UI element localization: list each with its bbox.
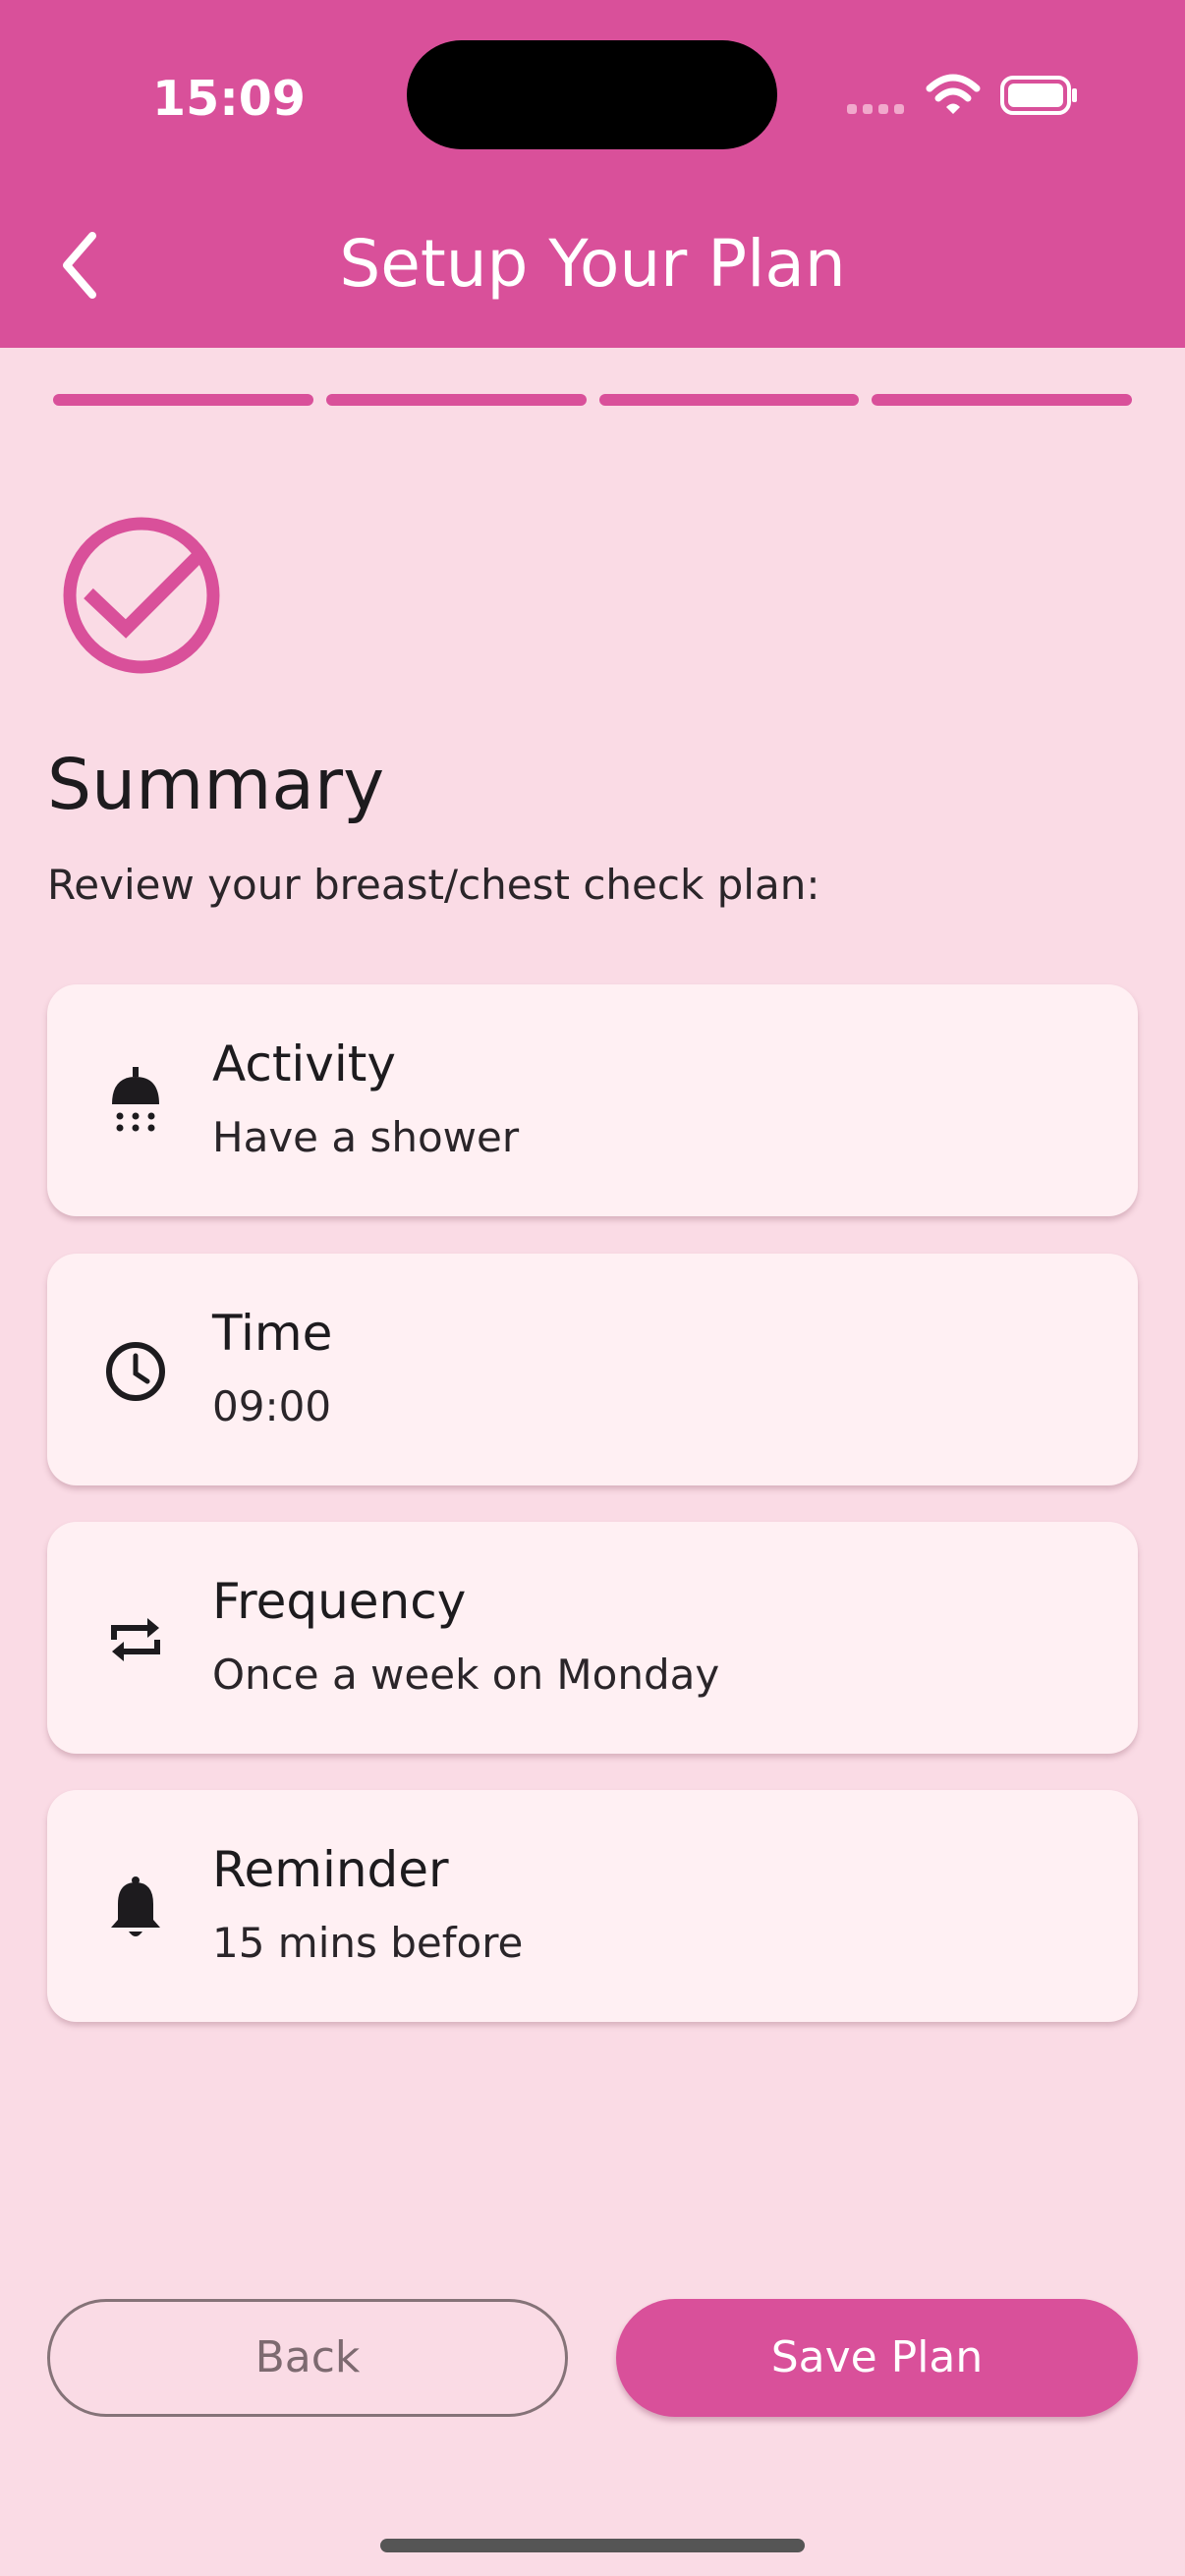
- progress-segment: [53, 394, 313, 406]
- status-time: 15:09: [152, 71, 306, 127]
- cellular-signal-icon: [847, 104, 904, 114]
- bell-icon: [111, 1876, 160, 1936]
- summary-heading: Summary: [47, 744, 385, 825]
- wifi-icon: [926, 74, 981, 114]
- time-card: Time 09:00: [47, 1254, 1138, 1485]
- progress-segment: [598, 394, 860, 406]
- progress-segment: [872, 394, 1132, 406]
- step-progress: [53, 394, 1132, 406]
- card-value: Have a shower: [212, 1113, 520, 1161]
- repeat-icon: [111, 1618, 160, 1661]
- frequency-card: Frequency Once a week on Monday: [47, 1522, 1138, 1754]
- card-value: Once a week on Monday: [212, 1651, 720, 1699]
- card-title: Activity: [212, 1036, 396, 1092]
- save-plan-button[interactable]: Save Plan: [616, 2299, 1138, 2417]
- card-value: 09:00: [212, 1382, 332, 1430]
- app-bar: 15:09 Setup Your Plan: [0, 0, 1185, 348]
- shower-icon: [112, 1067, 159, 1132]
- card-value: 15 mins before: [212, 1919, 524, 1967]
- back-arrow-icon[interactable]: [55, 228, 106, 303]
- progress-segment: [325, 394, 587, 406]
- back-button[interactable]: Back: [47, 2299, 568, 2417]
- home-indicator[interactable]: [380, 2539, 805, 2552]
- activity-card: Activity Have a shower: [47, 984, 1138, 1216]
- check-circle-icon: [63, 517, 220, 674]
- card-title: Reminder: [212, 1841, 449, 1898]
- clock-icon: [106, 1342, 165, 1401]
- battery-icon: [1000, 76, 1077, 115]
- dynamic-island: [407, 40, 777, 149]
- reminder-card: Reminder 15 mins before: [47, 1790, 1138, 2022]
- card-title: Time: [212, 1305, 333, 1362]
- page-title: Setup Your Plan: [339, 226, 846, 302]
- card-title: Frequency: [212, 1573, 467, 1630]
- summary-subtitle: Review your breast/chest check plan:: [47, 861, 820, 909]
